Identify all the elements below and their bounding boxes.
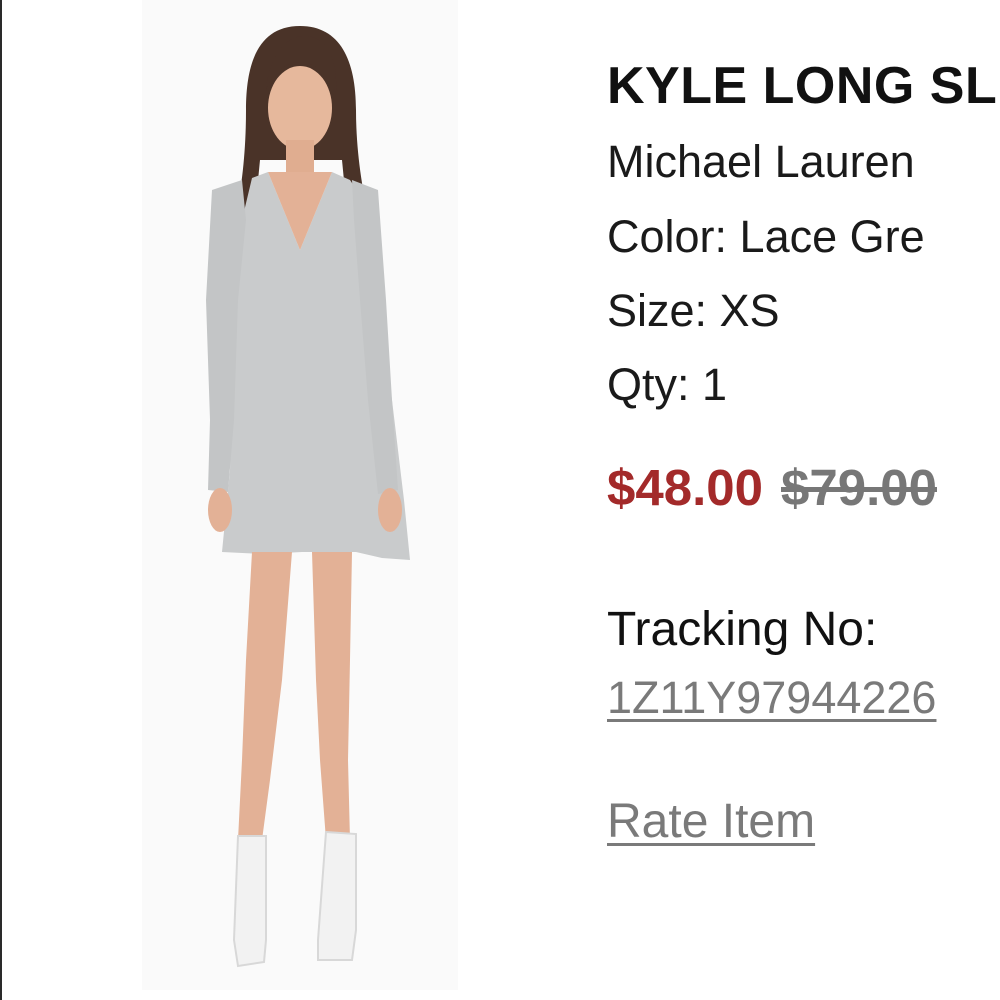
product-image[interactable] <box>142 0 458 990</box>
left-border <box>0 0 2 1000</box>
sale-price: $48.00 <box>607 459 763 516</box>
product-quantity: Qty: 1 <box>607 359 728 410</box>
product-color: Color: Lace Gre <box>607 211 925 262</box>
dress-model-illustration <box>142 0 458 990</box>
product-details: KYLE LONG SL Michael Lauren Color: Lace … <box>607 0 1000 1000</box>
product-title[interactable]: KYLE LONG SL <box>607 56 997 116</box>
original-price: $79.00 <box>781 459 937 516</box>
tracking-label: Tracking No: <box>607 603 878 656</box>
price-row: $48.00 $79.00 <box>607 458 937 518</box>
rate-item-link[interactable]: Rate Item <box>607 794 815 850</box>
tracking-number-link[interactable]: 1Z11Y97944226 <box>607 672 936 724</box>
product-size: Size: XS <box>607 285 780 336</box>
product-brand: Michael Lauren <box>607 136 915 187</box>
